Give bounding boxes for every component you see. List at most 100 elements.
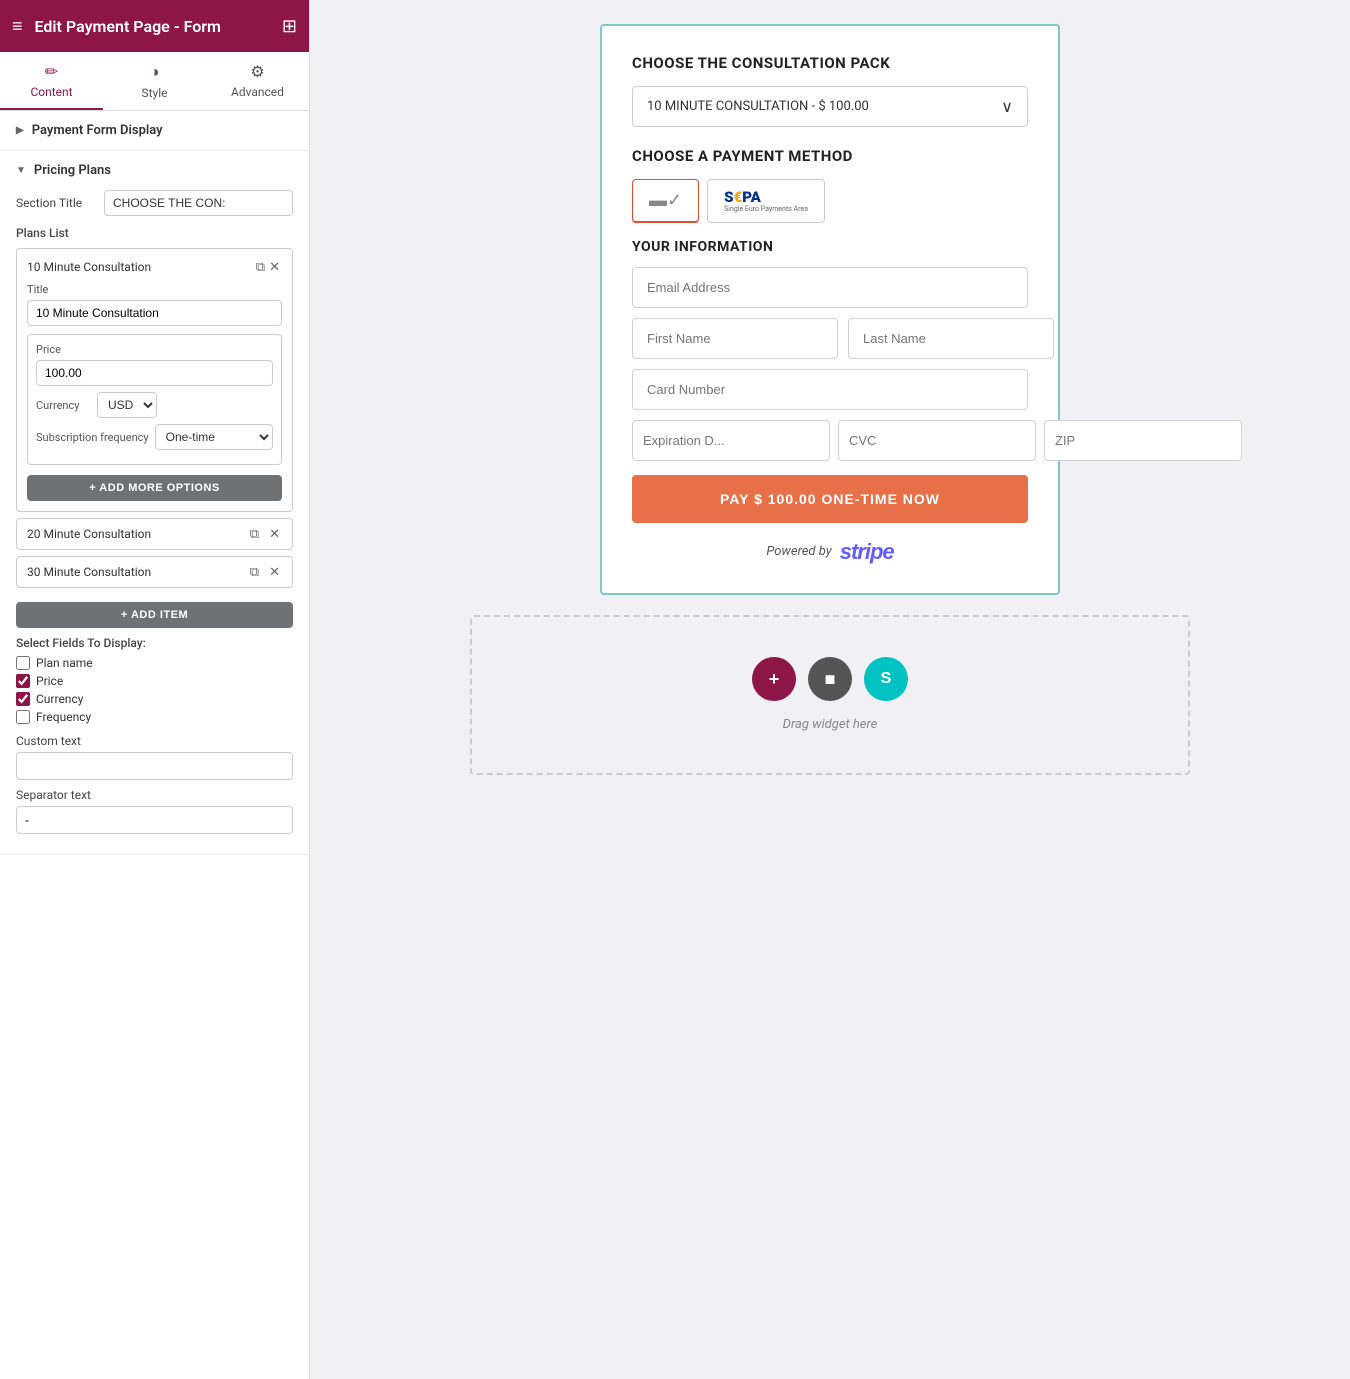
expiry-field[interactable] [632,420,830,461]
tab-advanced[interactable]: ⚙ Advanced [206,52,309,110]
top-bar: ≡ Edit Payment Page - Form ⊞ [0,0,309,52]
payment-form-card: CHOOSE THE CONSULTATION PACK 10 MINUTE C… [600,24,1060,595]
payment-form-display-header[interactable]: ▶ Payment Form Display [0,111,309,150]
last-name-field[interactable] [848,318,1054,359]
field-currency-checkbox[interactable] [16,692,30,706]
plan-1-title-input[interactable] [27,300,282,326]
payment-method-section: CHOOSE A PAYMENT METHOD ▬✓ S € PA Single… [632,147,1028,223]
pricing-plans-body: Section Title Plans List 10 Minute Consu… [0,190,309,854]
drag-text: Drag widget here [783,717,878,732]
your-info-title: YOUR INFORMATION [632,239,1028,255]
custom-text-input[interactable] [16,752,293,780]
plan-1-delete-btn[interactable]: ✕ [267,259,282,275]
plan-3-label: 30 Minute Consultation [27,565,248,579]
plan-1-price-label: Price [36,343,273,356]
plan-3-actions: ⧉ ✕ [248,564,282,580]
field-plan-name-row: Plan name [16,656,293,670]
field-frequency-row: Frequency [16,710,293,724]
selected-plan-text: 10 MINUTE CONSULTATION - $ 100.00 [647,99,869,114]
separator-text-input[interactable] [16,806,293,834]
sepa-method-btn[interactable]: S € PA Single Euro Payments Area [707,179,825,223]
square-widget-btn[interactable]: ■ [808,657,852,701]
powered-by-text: Powered by [766,544,831,559]
plan-3-copy-btn[interactable]: ⧉ [248,564,261,580]
field-plan-name-checkbox[interactable] [16,656,30,670]
pricing-plans-label: Pricing Plans [34,163,111,178]
name-row [632,318,1028,359]
separator-text-label: Separator text [16,788,293,802]
field-currency-row: Currency [16,692,293,706]
pricing-plans-arrow: ▼ [16,165,26,176]
plan-2-copy-btn[interactable]: ⧉ [248,526,261,542]
add-widget-btn[interactable]: + [752,657,796,701]
field-frequency-checkbox[interactable] [16,710,30,724]
add-item-button[interactable]: + ADD ITEM [16,602,293,628]
choose-pack-title: CHOOSE THE CONSULTATION PACK [632,54,1028,72]
card-icon: ▬✓ [649,190,682,211]
field-frequency-label: Frequency [36,710,91,724]
plan-2-item[interactable]: 20 Minute Consultation ⧉ ✕ [16,518,293,550]
plan-1-currency-label: Currency [36,399,91,412]
plan-1-freq-label: Subscription frequency [36,431,149,444]
tabs-bar: ✏ Content ◑ Style ⚙ Advanced [0,52,309,111]
first-name-field[interactable] [632,318,838,359]
email-field[interactable] [632,267,1028,308]
field-price-checkbox[interactable] [16,674,30,688]
dropdown-chevron-icon: ∨ [1001,97,1013,116]
plan-dropdown[interactable]: 10 MINUTE CONSULTATION - $ 100.00 ∨ [632,86,1028,127]
sepa-logo: S € PA Single Euro Payments Area [724,188,808,214]
pay-button[interactable]: PAY $ 100.00 ONE-TIME NOW [632,475,1028,523]
plan-1-header: 10 Minute Consultation ⧉ ✕ [27,259,282,275]
stripe-logo: stripe [840,539,894,565]
page-title: Edit Payment Page - Form [35,17,270,36]
field-plan-name-label: Plan name [36,656,93,670]
plan-1-expanded: 10 Minute Consultation ⧉ ✕ Title Price C… [16,248,293,512]
zip-field[interactable] [1044,420,1242,461]
select-fields-label: Select Fields To Display: [16,636,293,650]
plan-2-delete-btn[interactable]: ✕ [267,526,282,542]
plan-1-currency-row: Currency USD EUR GBP [36,392,273,418]
section-title-label: Section Title [16,196,96,210]
plan-1-freq-select[interactable]: One-time Monthly Yearly [155,424,273,450]
plan-2-actions: ⧉ ✕ [248,526,282,542]
card-details-row [632,420,1028,461]
field-price-row: Price [16,674,293,688]
advanced-tab-icon: ⚙ [250,62,264,81]
section-title-row: Section Title [16,190,293,216]
tab-content[interactable]: ✏ Content [0,52,103,110]
widget-icons-row: + ■ S [752,657,908,701]
powered-by: Powered by stripe [632,539,1028,565]
card-number-field[interactable] [632,369,1028,410]
card-method-btn[interactable]: ▬✓ [632,179,699,223]
plan-1-currency-select[interactable]: USD EUR GBP [97,392,157,418]
s-widget-btn[interactable]: S [864,657,908,701]
payment-form-display-arrow: ▶ [16,125,24,136]
plan-2-label: 20 Minute Consultation [27,527,248,541]
payment-form-display-label: Payment Form Display [32,123,163,138]
style-tab-icon: ◑ [150,62,160,82]
cvc-field[interactable] [838,420,1036,461]
drag-widget-area: + ■ S Drag widget here [470,615,1190,775]
payment-methods-row: ▬✓ S € PA Single Euro Payments Area [632,179,1028,223]
pricing-plans-section: ▼ Pricing Plans Section Title Plans List… [0,151,309,855]
section-title-input[interactable] [104,190,293,216]
plans-list-label: Plans List [16,226,293,240]
plan-1-freq-row: Subscription frequency One-time Monthly … [36,424,273,450]
field-currency-label: Currency [36,692,83,706]
plan-1-title-text: 10 Minute Consultation [27,260,254,274]
payment-form-display-section: ▶ Payment Form Display [0,111,309,151]
add-options-button[interactable]: + ADD MORE OPTIONS [27,475,282,501]
style-tab-label: Style [141,86,167,100]
plan-1-price-box: Price Currency USD EUR GBP Subscription [27,334,282,465]
plan-1-price-input[interactable] [36,360,273,386]
pricing-plans-header[interactable]: ▼ Pricing Plans [0,151,309,190]
plan-1-copy-btn[interactable]: ⧉ [254,259,267,275]
grid-icon[interactable]: ⊞ [282,16,297,37]
field-price-label: Price [36,674,63,688]
plan-3-delete-btn[interactable]: ✕ [267,564,282,580]
right-area: CHOOSE THE CONSULTATION PACK 10 MINUTE C… [310,0,1350,1379]
hamburger-icon[interactable]: ≡ [12,16,23,37]
content-tab-icon: ✏ [45,62,58,81]
tab-style[interactable]: ◑ Style [103,52,206,110]
plan-3-item[interactable]: 30 Minute Consultation ⧉ ✕ [16,556,293,588]
